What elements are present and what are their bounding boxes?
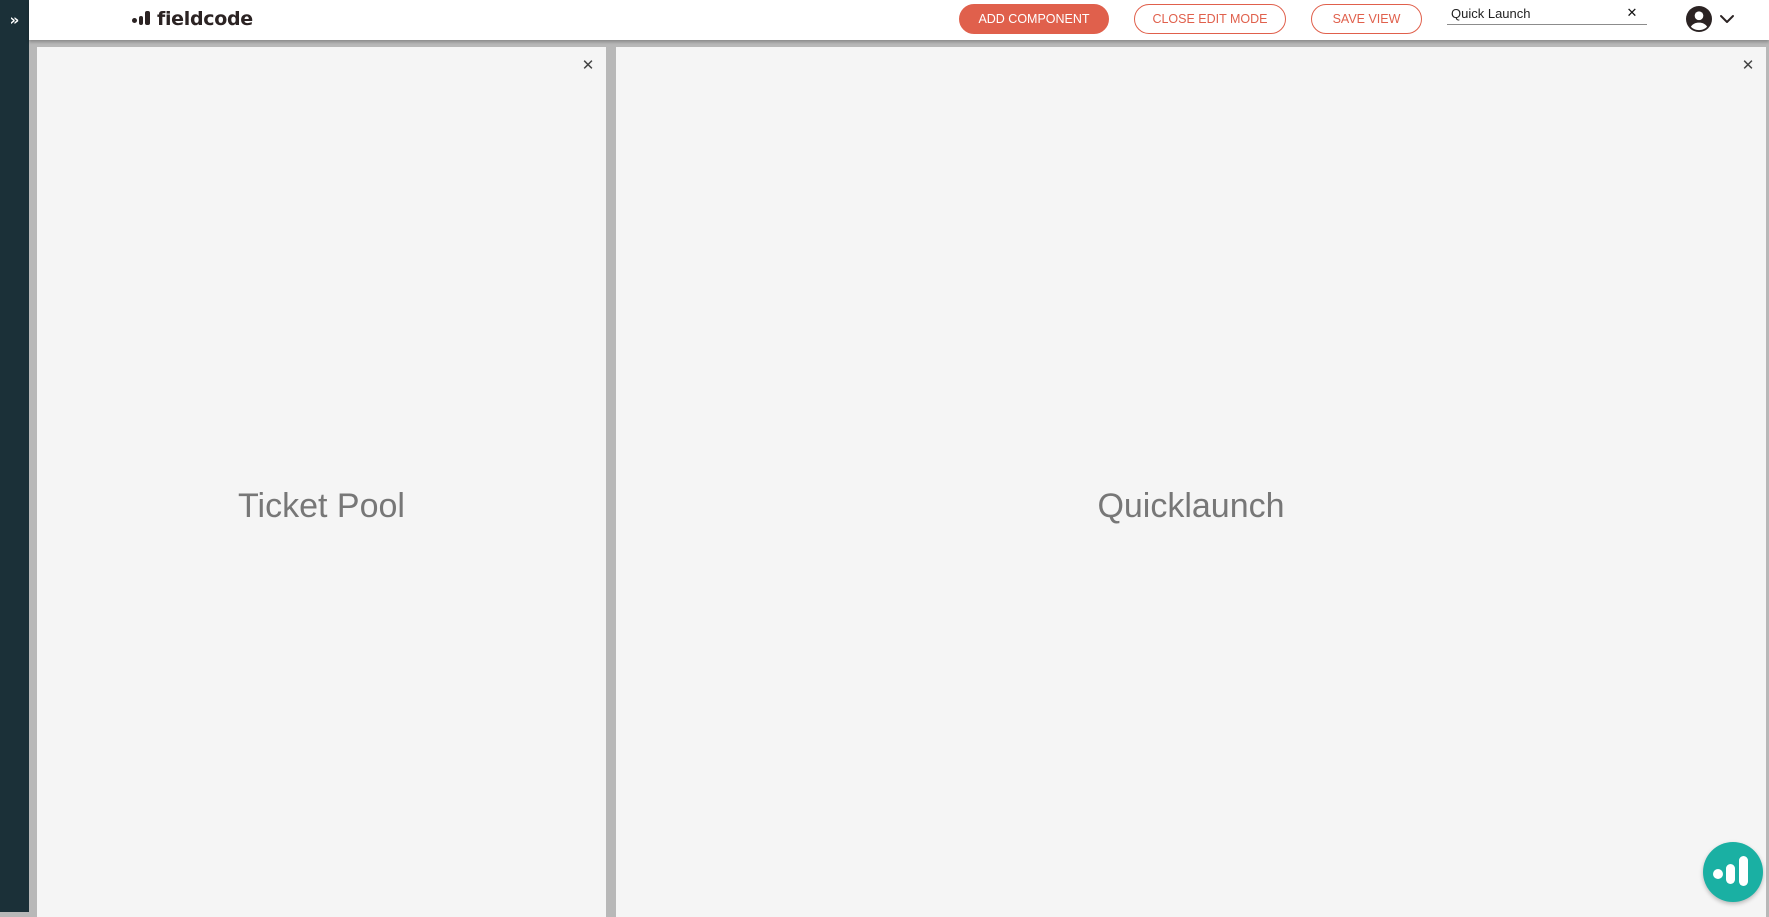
view-name-input[interactable] (1451, 3, 1621, 24)
fieldcode-assistant-button[interactable] (1703, 842, 1763, 902)
fieldcode-mark-icon (131, 8, 153, 30)
sidebar: » (0, 0, 29, 912)
panel-title: Ticket Pool (238, 487, 405, 525)
close-edit-mode-button[interactable]: CLOSE EDIT MODE (1134, 4, 1286, 34)
chevron-down-icon (1720, 15, 1734, 23)
view-name-field: ✕ (1447, 3, 1647, 25)
ticket-pool-panel[interactable]: ✕ Ticket Pool (37, 47, 606, 917)
add-component-button[interactable]: ADD COMPONENT (959, 4, 1109, 34)
panel-title: Quicklaunch (1097, 487, 1285, 525)
close-icon[interactable]: ✕ (1740, 56, 1756, 74)
sidebar-expand-icon[interactable]: » (0, 8, 29, 32)
save-view-button[interactable]: SAVE VIEW (1311, 4, 1422, 34)
close-icon[interactable]: ✕ (580, 56, 596, 74)
user-menu[interactable] (1686, 5, 1742, 33)
fieldcode-logo-icon (1713, 856, 1748, 886)
logo-text: fieldcode (157, 8, 253, 30)
quicklaunch-panel[interactable]: ✕ Quicklaunch (616, 47, 1766, 917)
clear-icon[interactable]: ✕ (1625, 3, 1639, 23)
top-bar: fieldcode ADD COMPONENT CLOSE EDIT MODE … (29, 0, 1769, 40)
fieldcode-logo[interactable]: fieldcode (131, 8, 253, 30)
account-circle-icon (1686, 6, 1712, 32)
